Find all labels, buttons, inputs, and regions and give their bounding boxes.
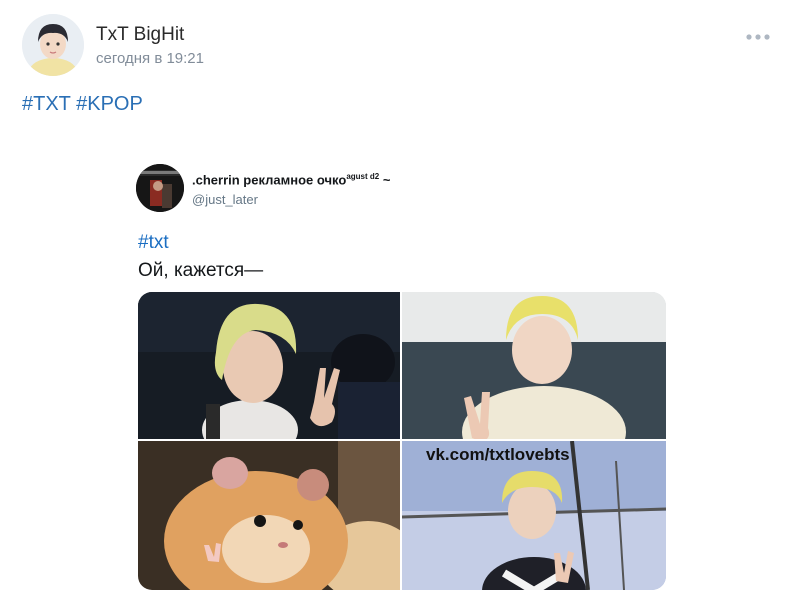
post-tags: #TXT #KPOP xyxy=(22,93,143,116)
tweet-display-name: .cherrin рекламное очкоagust d2 ~ xyxy=(192,172,390,187)
tweet-image-grid: vk.com/txtlovebts xyxy=(138,292,666,590)
tag-link-kpop[interactable]: #KPOP xyxy=(76,93,143,115)
photo-1[interactable] xyxy=(138,292,400,439)
author-name[interactable]: TxT BigHit xyxy=(96,24,184,46)
tweet-avatar xyxy=(136,164,184,212)
tweet-name-sup: agust d2 xyxy=(346,172,380,181)
more-horizontal-icon[interactable] xyxy=(744,30,772,42)
watermark-text: vk.com/txtlovebts xyxy=(426,445,570,464)
tweet-screenshot[interactable]: .cherrin рекламное очкоagust d2 ~ @just_… xyxy=(136,164,676,594)
author-avatar[interactable] xyxy=(22,14,84,76)
photo-3-hamster[interactable] xyxy=(138,441,400,590)
tag-link-txt[interactable]: #TXT xyxy=(22,93,71,115)
tweet-hashtag[interactable]: #txt xyxy=(138,232,169,254)
tweet-name-text: .cherrin рекламное очко xyxy=(192,172,347,188)
post-header: TxT BigHit сегодня в 19:21 xyxy=(22,14,782,78)
post-time[interactable]: сегодня в 19:21 xyxy=(96,50,204,67)
tweet-handle: @just_later xyxy=(192,192,258,207)
photo-4[interactable]: vk.com/txtlovebts xyxy=(402,441,666,590)
photo-2[interactable] xyxy=(402,292,666,439)
tweet-name-tail: ~ xyxy=(382,172,391,188)
tweet-text: Ой, кажется— xyxy=(138,260,264,281)
